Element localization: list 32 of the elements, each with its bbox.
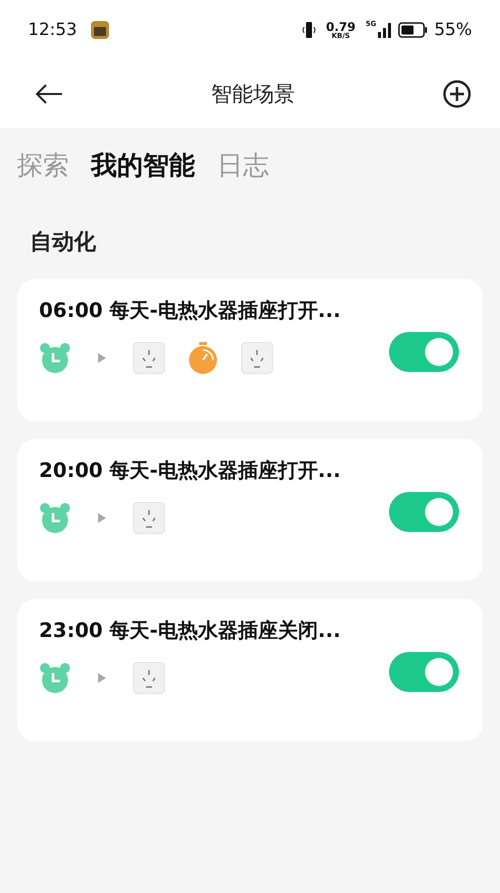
arrow-icon — [98, 673, 106, 683]
socket-icon — [241, 342, 273, 374]
battery-icon — [398, 22, 428, 38]
socket-icon — [133, 502, 165, 534]
back-button[interactable] — [34, 82, 64, 106]
vibrate-icon — [302, 21, 316, 39]
automation-card[interactable]: 06:00 每天-电热水器插座打开... — [17, 279, 483, 421]
signal-icon — [378, 22, 392, 38]
tab[interactable]: 我的智能 — [91, 148, 195, 183]
status-time: 12:53 — [28, 20, 77, 40]
automation-title: 23:00 每天-电热水器插座关闭... — [39, 617, 342, 644]
battery-percent: 55% — [434, 20, 472, 40]
toggle-switch[interactable] — [389, 492, 459, 532]
section-title: 自动化 — [30, 229, 97, 257]
toggle-switch[interactable] — [389, 332, 459, 372]
arrow-icon — [98, 353, 106, 363]
socket-icon — [133, 662, 165, 694]
network-speed: 0.79 — [326, 20, 356, 32]
toggle-switch[interactable] — [389, 652, 459, 692]
automation-title: 20:00 每天-电热水器插座打开... — [39, 457, 342, 484]
automation-card[interactable]: 20:00 每天-电热水器插座打开... — [17, 439, 483, 581]
automation-title: 06:00 每天-电热水器插座打开... — [39, 297, 342, 324]
alarm-clock-icon — [39, 502, 71, 534]
page-title: 智能场景 — [211, 81, 295, 108]
timer-icon — [187, 342, 219, 374]
arrow-icon — [98, 513, 106, 523]
automation-card[interactable]: 23:00 每天-电热水器插座关闭... — [17, 599, 483, 741]
socket-icon — [133, 342, 165, 374]
alarm-clock-icon — [39, 662, 71, 694]
app-icon — [91, 21, 109, 39]
alarm-clock-icon — [39, 342, 71, 374]
add-button[interactable] — [442, 79, 472, 109]
